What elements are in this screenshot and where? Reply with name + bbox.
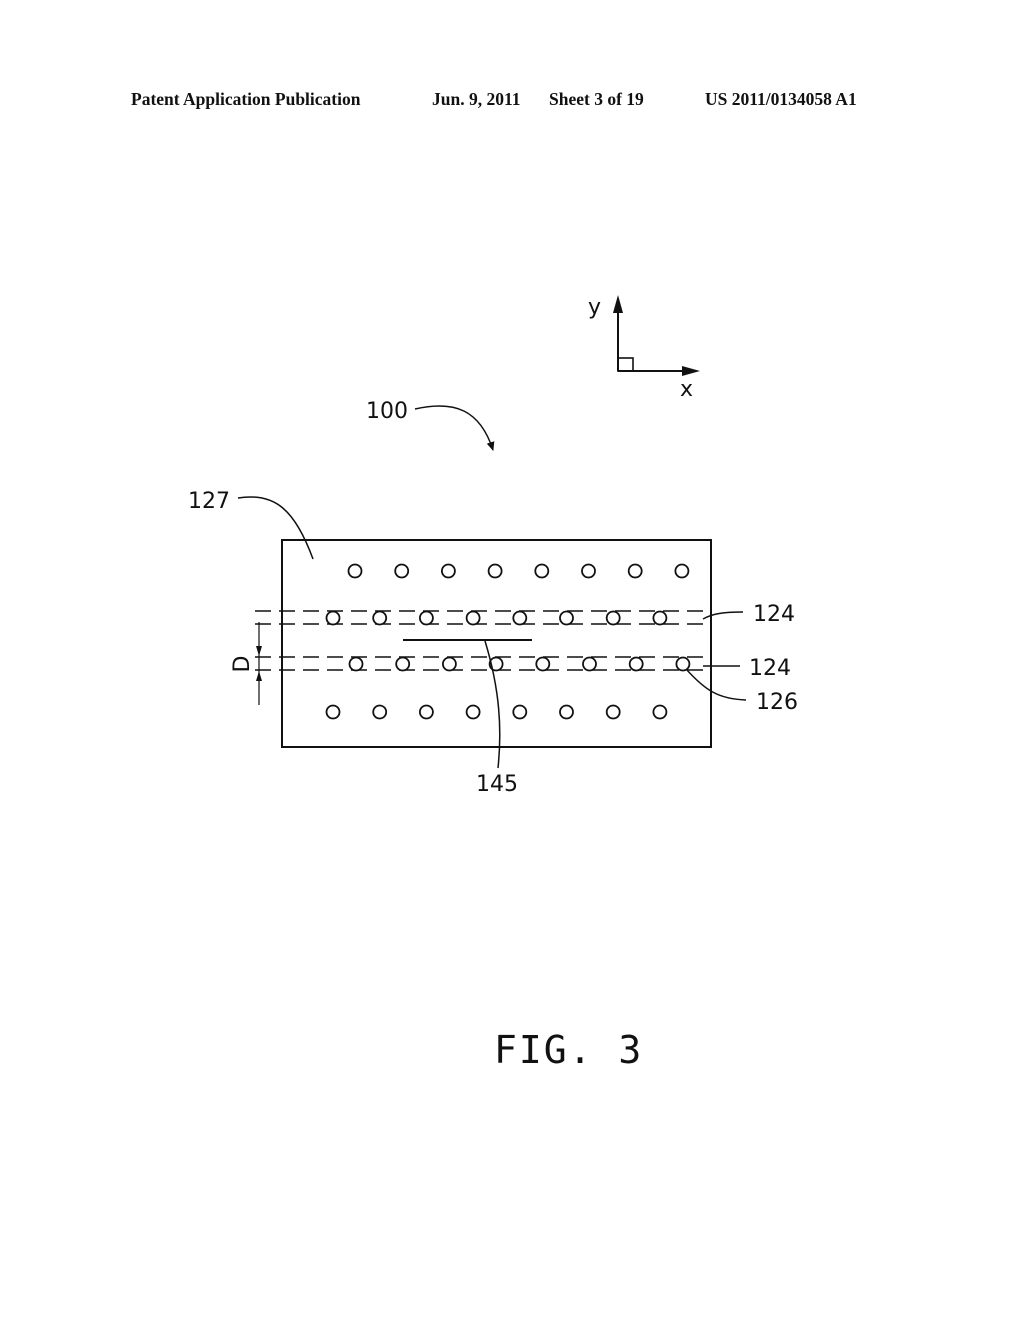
hole-126 bbox=[325, 704, 341, 720]
label-d: D bbox=[230, 656, 255, 673]
hole-126 bbox=[441, 656, 457, 672]
label-124-upper: 124 bbox=[753, 602, 795, 627]
hole-126 bbox=[652, 610, 668, 626]
substrate-rectangle bbox=[281, 539, 712, 748]
right-angle-marker bbox=[617, 357, 634, 372]
hole-126 bbox=[652, 704, 668, 720]
x-axis-arrow-icon bbox=[682, 366, 700, 376]
hole-126 bbox=[394, 563, 410, 579]
y-axis-arrow-icon bbox=[613, 295, 623, 313]
hole-126 bbox=[534, 563, 550, 579]
coordinate-axes: y x bbox=[588, 295, 700, 402]
hole-126 bbox=[487, 563, 503, 579]
holes-array bbox=[325, 563, 691, 720]
hole-126 bbox=[418, 610, 434, 626]
label-100: 100 bbox=[366, 399, 408, 424]
hole-126 bbox=[675, 656, 691, 672]
hole-126 bbox=[348, 656, 364, 672]
hole-126 bbox=[674, 563, 690, 579]
hole-126 bbox=[559, 610, 574, 626]
hole-126 bbox=[395, 656, 411, 672]
hole-126 bbox=[512, 610, 528, 626]
figure-caption: FIG. 3 bbox=[494, 1028, 643, 1072]
spacing-dimension-d: D bbox=[230, 622, 262, 705]
hole-126 bbox=[325, 610, 341, 626]
hole-126 bbox=[465, 610, 481, 626]
hole-126 bbox=[372, 610, 388, 626]
hole-126 bbox=[559, 704, 574, 720]
leader-line-127 bbox=[237, 496, 314, 560]
hole-126 bbox=[347, 563, 363, 579]
hole-126 bbox=[535, 656, 551, 672]
label-124-lower: 124 bbox=[749, 656, 791, 681]
dashed-line-124-upper bbox=[255, 610, 711, 625]
hole-126 bbox=[628, 656, 644, 672]
x-axis-label: x bbox=[680, 377, 693, 402]
leader-arrow-100 bbox=[414, 405, 495, 451]
label-145: 145 bbox=[476, 772, 518, 797]
dimension-arrow-down-icon bbox=[256, 646, 262, 656]
hole-126 bbox=[418, 704, 434, 720]
hole-126 bbox=[582, 656, 597, 672]
hole-126 bbox=[605, 610, 621, 626]
hole-126 bbox=[512, 704, 528, 720]
leader-line-126 bbox=[685, 668, 747, 701]
hole-126 bbox=[605, 704, 621, 720]
label-127: 127 bbox=[188, 489, 230, 514]
dimension-arrow-up-icon bbox=[256, 671, 262, 681]
patent-figure: y x 100 127 145 D 124 124 126 FIG. 3 bbox=[188, 295, 798, 1072]
hole-126 bbox=[372, 704, 388, 720]
hole-126 bbox=[465, 704, 481, 720]
y-axis-label: y bbox=[588, 295, 601, 320]
leader-line-124-upper bbox=[702, 611, 744, 620]
hole-126 bbox=[627, 563, 643, 579]
hole-126 bbox=[581, 563, 596, 579]
label-126: 126 bbox=[756, 690, 798, 715]
hole-126 bbox=[440, 563, 456, 579]
